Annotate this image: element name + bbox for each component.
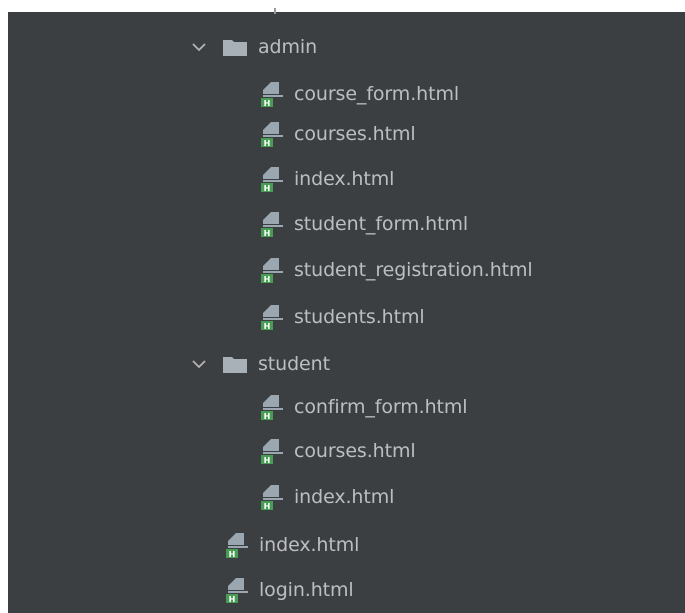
tree-file-label: student_registration.html [294,259,533,281]
tree-file-label: index.html [294,486,395,508]
folder-icon [222,37,248,57]
html-file-icon: H [259,165,285,193]
html-file-icon: H [259,80,285,108]
svg-text:H: H [264,229,271,238]
svg-text:H: H [264,139,271,148]
tree-file-item[interactable]: H index.html [8,164,685,194]
svg-text:H: H [264,275,271,284]
svg-text:H: H [264,412,271,421]
tree-file-item[interactable]: H student_registration.html [8,255,685,285]
html-file-icon: H [259,303,285,331]
tree-file-item[interactable]: H index.html [8,530,685,560]
tree-folder-student[interactable]: student [8,349,685,379]
clipped-row-fragment [274,8,276,14]
svg-text:H: H [264,322,271,331]
svg-text:H: H [229,595,236,604]
svg-text:H: H [264,502,271,511]
html-file-icon: H [259,483,285,511]
tree-folder-admin[interactable]: admin [8,32,685,62]
svg-text:H: H [264,99,271,108]
html-file-icon: H [259,393,285,421]
tree-file-label: confirm_form.html [294,396,468,418]
tree-file-item[interactable]: H courses.html [8,436,685,466]
tree-file-item[interactable]: H students.html [8,302,685,332]
tree-file-label: login.html [259,579,354,601]
tree-file-item[interactable]: H index.html [8,482,685,512]
svg-text:H: H [264,184,271,193]
folder-icon [222,354,248,374]
tree-file-label: index.html [294,168,395,190]
html-file-icon: H [259,437,285,465]
svg-text:H: H [229,550,236,559]
tree-file-label: course_form.html [294,83,460,105]
svg-text:H: H [264,456,271,465]
tree-file-label: courses.html [294,440,416,462]
chevron-down-icon[interactable] [188,353,210,375]
project-tree-panel: admin H course_form.html H courses.html … [8,8,685,613]
tree-file-label: students.html [294,306,425,328]
tree-file-item[interactable]: H student_form.html [8,209,685,239]
tree-file-label: courses.html [294,123,416,145]
tree-file-label: student_form.html [294,213,469,235]
html-file-icon: H [224,531,250,559]
html-file-icon: H [224,576,250,604]
html-file-icon: H [259,256,285,284]
tree-file-item[interactable]: H login.html [8,575,685,605]
html-file-icon: H [259,210,285,238]
chevron-down-icon[interactable] [188,36,210,58]
tree-folder-label: admin [258,36,318,58]
tree-file-item[interactable]: H confirm_form.html [8,392,685,422]
tree-file-item[interactable]: H course_form.html [8,79,685,109]
tree-file-item[interactable]: H courses.html [8,119,685,149]
html-file-icon: H [259,120,285,148]
tree-folder-label: student [258,353,330,375]
tree-file-label: index.html [259,534,360,556]
